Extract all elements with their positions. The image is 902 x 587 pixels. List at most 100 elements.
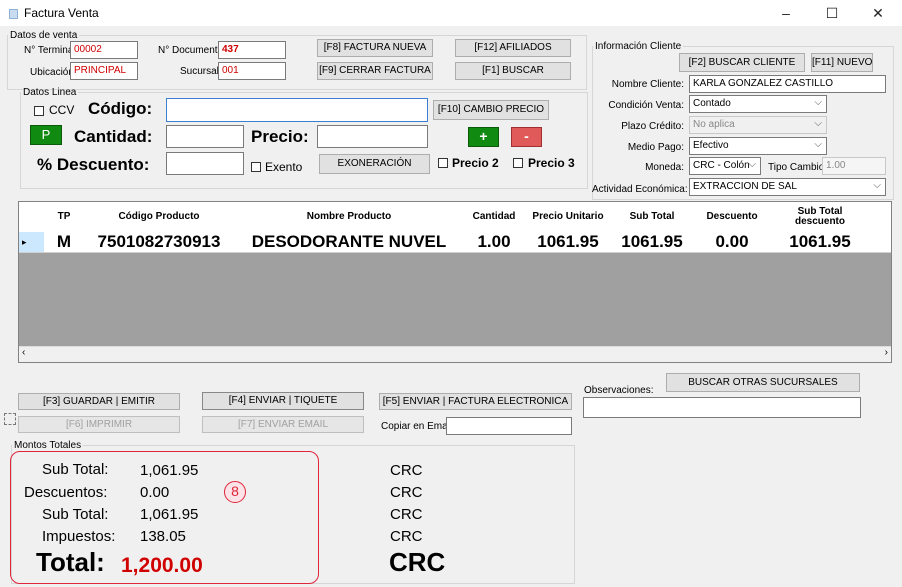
cerrar-factura-button[interactable]: [F9] CERRAR FACTURA [317,62,433,80]
cantidad-input[interactable] [166,125,244,148]
table-row[interactable]: ▸ M 7501082730913 DESODORANTE NUVEL 1.00… [19,232,891,253]
plazo-credito-value: No aplica [693,119,735,130]
col-subtotal[interactable]: Sub Total [612,202,692,232]
enviar-tiquete-button[interactable]: [F4] ENVIAR | TIQUETE [202,392,364,410]
cell-subtotal: 1061.95 [621,232,683,251]
plazo-credito-label: Plazo Crédito: [621,121,684,132]
descuentos-value: 0.00 [140,484,170,501]
precio3-checkbox[interactable] [513,158,523,168]
nombre-cliente-label: Nombre Cliente: [611,79,684,90]
copiar-email-input[interactable] [446,417,572,435]
cantidad-label: Cantidad: [74,127,153,146]
minimize-button[interactable]: – [763,0,809,26]
remove-line-button[interactable]: - [511,127,542,147]
cell-precio: 1061.95 [537,232,599,251]
row-pointer-icon: ▸ [22,237,27,247]
impuestos-value: 138.05 [140,528,186,545]
descuento-input[interactable] [166,152,244,175]
col-tp[interactable]: TP [44,202,84,232]
precio-label: Precio: [251,127,309,146]
factura-nueva-button[interactable]: [F8] FACTURA NUEVA [317,39,433,57]
cell-codigo: 7501082730913 [97,232,221,251]
buscar-cliente-button[interactable]: [F2] BUSCAR CLIENTE [679,53,805,72]
guardar-emitir-button[interactable]: [F3] GUARDAR | EMITIR [18,393,180,410]
precio2-checkbox[interactable] [438,158,448,168]
condicion-venta-value: Contado [693,98,731,109]
buscar-button[interactable]: [F1] BUSCAR [455,62,571,80]
observaciones-label: Observaciones: [584,385,654,396]
moneda-value: CRC - Colón [693,160,750,171]
condicion-venta-select[interactable]: Contado ⌵ [689,95,827,113]
plazo-credito-select: No aplica ⌵ [689,116,827,134]
col-precio[interactable]: Precio Unitario [524,202,612,232]
codigo-input[interactable] [166,98,428,122]
precio-input[interactable] [317,125,428,148]
sucursal-label: Sucursal: [180,66,222,77]
sucursal-field[interactable]: 001 [218,62,286,80]
buscar-sucursales-button[interactable]: BUSCAR OTRAS SUCURSALES [666,373,860,392]
window-title: Factura Venta [24,6,99,20]
col-codigo[interactable]: Código Producto [84,202,234,232]
subtotal-label: Sub Total: [42,461,109,478]
cell-descuento: 0.00 [715,232,749,251]
moneda-select[interactable]: CRC - Colón ⌵ [689,157,761,175]
nuevo-cliente-button[interactable]: [F11] NUEVO [811,53,873,72]
medio-pago-value: Efectivo [693,140,729,151]
col-descuento[interactable]: Descuento [692,202,772,232]
ubicacion-field[interactable]: PRINCIPAL [70,62,138,80]
tipo-cambio-field: 1.00 [822,157,886,175]
subtotal2-value: 1,061.95 [140,506,199,523]
impuestos-label: Impuestos: [42,528,116,545]
cell-tp: M [56,232,72,251]
nombre-cliente-field[interactable]: KARLA GONZALEZ CASTILLO [689,75,886,93]
documento-field[interactable]: 437 [218,41,286,59]
close-button[interactable]: ✕ [855,0,901,26]
total-value: 1,200.00 [121,554,203,577]
codigo-label: Código: [88,99,153,118]
productos-grid[interactable]: TP Código Producto Nombre Producto Canti… [18,201,892,363]
p-button[interactable]: P [30,125,62,145]
scroll-right-icon[interactable]: › [885,347,888,358]
ccv-checkbox[interactable] [34,106,44,116]
subtotal2-currency: CRC [390,506,423,523]
enviar-email-button[interactable]: [F7] ENVIAR EMAIL [202,416,364,433]
terminal-field[interactable]: 00002 [70,41,138,59]
cell-subtotal-desc: 1061.95 [789,232,851,251]
actividad-select[interactable]: EXTRACCION DE SAL ⌵ [689,178,886,196]
col-subtotal-desc[interactable]: Sub Total descuento [772,202,868,232]
tipo-cambio-label: Tipo Cambio: [768,162,828,173]
total-label: Total: [36,547,105,577]
enviar-factura-button[interactable]: [F5] ENVIAR | FACTURA ELECTRONICA [379,393,572,410]
grid-header: TP Código Producto Nombre Producto Canti… [19,202,891,233]
annotation-marker: 8 [224,481,246,503]
horizontal-scrollbar[interactable]: ‹ › [19,346,891,362]
imprimir-button[interactable]: [F6] IMPRIMIR [18,416,180,433]
descuento-label: % Descuento: [37,155,150,174]
observaciones-input[interactable] [583,397,861,418]
actividad-label: Actividad Económica: [592,184,688,195]
medio-pago-select[interactable]: Efectivo ⌵ [689,137,827,155]
chevron-down-icon: ⌵ [873,180,881,191]
impuestos-currency: CRC [390,528,423,545]
col-nombre[interactable]: Nombre Producto [234,202,464,232]
exento-checkbox[interactable] [251,162,261,172]
copiar-email-label: Copiar en Email: [381,421,455,432]
ccv-label: CCV [49,103,75,117]
cambio-precio-button[interactable]: [F10] CAMBIO PRECIO [433,100,549,120]
total-currency: CRC [389,547,446,577]
medio-pago-label: Medio Pago: [627,142,684,153]
maximize-button[interactable]: ☐ [809,0,855,26]
subtotal2-label: Sub Total: [42,506,109,523]
move-handle-icon[interactable] [4,413,16,425]
subtotal-value: 1,061.95 [140,462,199,479]
precio2-label: Precio 2 [452,156,499,170]
col-cantidad[interactable]: Cantidad [464,202,524,232]
cell-nombre: DESODORANTE NUVEL [251,232,447,251]
add-line-button[interactable]: + [468,127,499,147]
afiliados-button[interactable]: [F12] AFILIADOS [455,39,571,57]
exoneracion-button[interactable]: EXONERACIÓN [319,154,430,174]
row-selector[interactable]: ▸ [19,232,44,252]
precio3-label: Precio 3 [528,156,575,170]
scroll-left-icon[interactable]: ‹ [22,347,25,358]
moneda-label: Moneda: [645,162,684,173]
